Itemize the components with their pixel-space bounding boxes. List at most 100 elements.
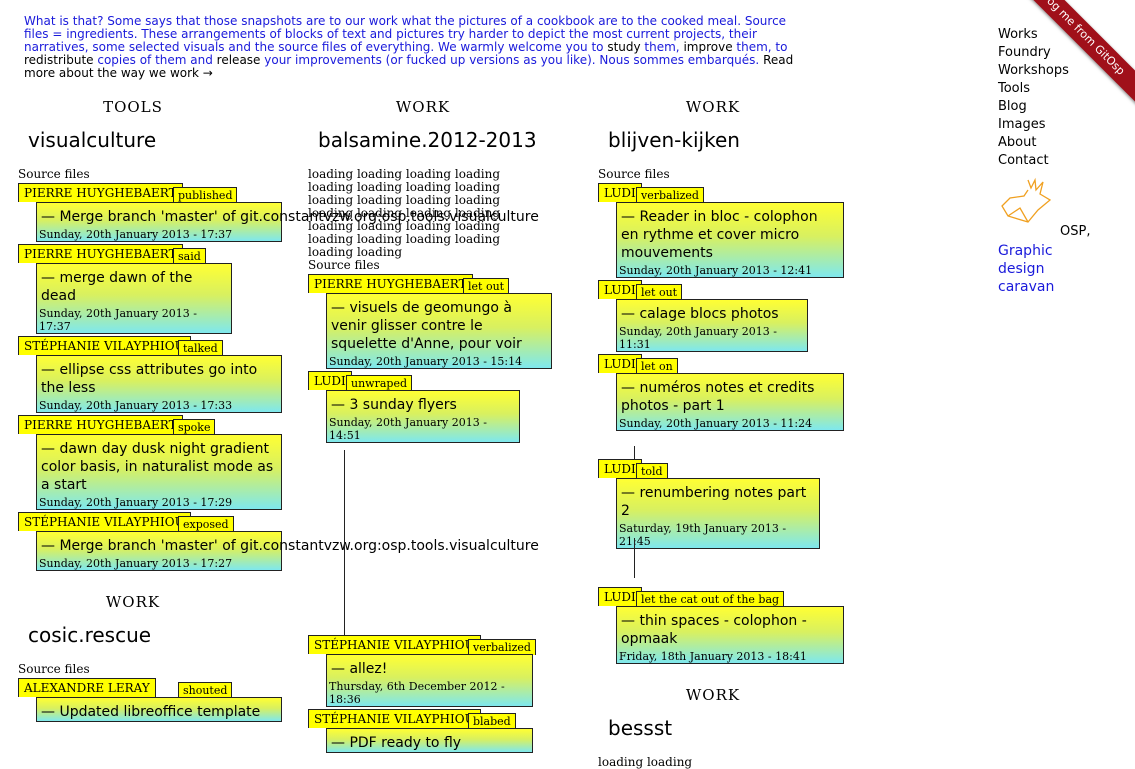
- osp-block: OSP, Graphic design caravan: [998, 176, 1090, 296]
- commit-item[interactable]: STÉPHANIE VILAYPHIOU verbalized — allez! T…: [308, 635, 578, 707]
- commit-date: Saturday, 19th January 2013 - 21:45: [619, 522, 787, 548]
- commit-date: Sunday, 20th January 2013 - 17:37: [39, 228, 233, 241]
- commit-item[interactable]: PIERRE HUYGHEBAERT said — merge dawn of t…: [18, 244, 288, 334]
- commit-message: — dawn day dusk night gradient color bas…: [41, 441, 274, 493]
- loading-text: loading loading: [598, 755, 693, 769]
- nav-item-contact[interactable]: Contact: [998, 152, 1069, 170]
- commit-item[interactable]: LUDI unwraped — 3 sunday flyers Sunday, 20…: [308, 371, 578, 443]
- commit-author[interactable]: STÉPHANIE VILAYPHIOU: [308, 635, 481, 654]
- section-kicker: WORK: [105, 593, 161, 611]
- source-files-link[interactable]: Source files: [18, 663, 288, 676]
- project-title[interactable]: cosic.rescue: [28, 623, 288, 647]
- redistribute-link[interactable]: redistribute: [24, 53, 94, 67]
- main-nav: Works Foundry Workshops Tools Blog Image…: [998, 26, 1069, 170]
- study-link[interactable]: study: [607, 40, 640, 54]
- commit-author[interactable]: STÉPHANIE VILAYPHIOU: [18, 512, 191, 531]
- commit-date: Sunday, 20th January 2013 - 11:31: [619, 325, 777, 351]
- commit-message: — merge dawn of the dead: [41, 270, 193, 304]
- nav-item-tools[interactable]: Tools: [998, 80, 1069, 98]
- commit-date: Thursday, 6th December 2012 - 18:36: [329, 680, 505, 706]
- source-files-link[interactable]: Source files: [598, 168, 868, 181]
- commit-date: Friday, 18th January 2013 - 18:41: [619, 650, 807, 663]
- commit-date: Sunday, 20th January 2013 - 17:33: [39, 399, 233, 412]
- commit-item[interactable]: STÉPHANIE VILAYPHIOU blabed — PDF ready t…: [308, 709, 578, 753]
- commit-item[interactable]: PIERRE HUYGHEBAERT spoke — dawn day dusk …: [18, 415, 288, 510]
- commit-item[interactable]: LUDI let out — calage blocs photos Sunday,…: [598, 280, 868, 352]
- commit-verb: told: [636, 463, 668, 479]
- commit-item[interactable]: ALEXANDRE LERAY shouted — Updated libreof…: [18, 678, 288, 722]
- section-kicker: TOOLS: [103, 98, 163, 116]
- commit-date: Sunday, 20th January 2013 - 11:24: [619, 417, 813, 430]
- commit-item[interactable]: STÉPHANIE VILAYPHIOU exposed — Merge bran…: [18, 512, 539, 571]
- commit-author[interactable]: ALEXANDRE LERAY: [18, 678, 156, 697]
- commit-verb: let on: [636, 358, 678, 374]
- commit-verb: verbalized: [636, 187, 704, 203]
- commit-date: Sunday, 20th January 2013 - 15:14: [329, 355, 523, 368]
- nav-item-foundry[interactable]: Foundry: [998, 44, 1069, 62]
- commit-message: — Merge branch 'master' of git.constantv…: [41, 209, 539, 225]
- project-title[interactable]: balsamine.2012-2013: [318, 128, 578, 152]
- commit-author[interactable]: PIERRE HUYGHEBAERT: [18, 183, 183, 202]
- nav-item-images[interactable]: Images: [998, 116, 1069, 134]
- commit-date: Sunday, 20th January 2013 - 17:27: [39, 557, 233, 570]
- commit-verb: shouted: [178, 682, 233, 698]
- section-kicker: WORK: [685, 98, 741, 116]
- project-title[interactable]: visualculture: [28, 128, 288, 152]
- commit-item[interactable]: LUDI let on — numéros notes et credits ph…: [598, 354, 868, 431]
- column-balsamine: WORK balsamine.2012-2013 loading loading…: [308, 98, 578, 753]
- section-kicker: WORK: [395, 98, 451, 116]
- commit-verb: talked: [178, 340, 223, 356]
- section-kicker: WORK: [685, 686, 741, 704]
- commit-date: Sunday, 20th January 2013 - 12:41: [619, 264, 813, 277]
- nav-item-workshops[interactable]: Workshops: [998, 62, 1069, 80]
- column-visualculture: TOOLS visualculture Source files PIERRE …: [18, 98, 539, 722]
- commit-author[interactable]: PIERRE HUYGHEBAERT: [18, 244, 183, 263]
- commit-author[interactable]: PIERRE HUYGHEBAERT: [308, 274, 473, 293]
- commit-verb: let out: [636, 284, 683, 300]
- nav-item-blog[interactable]: Blog: [998, 98, 1069, 116]
- commit-item[interactable]: PIERRE HUYGHEBAERT published — Merge bran…: [18, 183, 539, 242]
- intro-them1: them,: [640, 40, 684, 54]
- source-files-link[interactable]: Source files: [308, 259, 578, 272]
- commit-verb: verbalized: [468, 639, 536, 655]
- timeline-connector: [344, 450, 345, 640]
- osp-logo-icon[interactable]: [998, 176, 1058, 228]
- commit-verb: blabed: [468, 713, 516, 729]
- release-link[interactable]: release: [217, 53, 261, 67]
- nav-item-about[interactable]: About: [998, 134, 1069, 152]
- commit-message: — thin spaces - colophon - opmaak: [621, 613, 807, 647]
- commit-message: — 3 sunday flyers: [331, 397, 457, 413]
- commit-message: — ellipse css attributes go into the les…: [41, 362, 258, 396]
- commit-message: — Reader in bloc - colophon en rythme et…: [621, 209, 818, 261]
- intro-copies: copies of them and: [93, 53, 217, 67]
- timeline-connector: [634, 538, 635, 578]
- commit-author[interactable]: STÉPHANIE VILAYPHIOU: [18, 336, 191, 355]
- intro-text: What is that? Some says that those snaps…: [24, 15, 799, 80]
- commit-item[interactable]: LUDI verbalized — Reader in bloc - coloph…: [598, 183, 868, 278]
- nav-item-works[interactable]: Works: [998, 26, 1069, 44]
- improve-link[interactable]: improve: [683, 40, 732, 54]
- commit-message: — numéros notes et credits photos - part…: [621, 380, 815, 414]
- commit-verb: exposed: [178, 516, 234, 532]
- commit-verb: let out: [463, 278, 510, 294]
- commit-verb: let the cat out of the bag: [636, 591, 785, 607]
- commit-author[interactable]: PIERRE HUYGHEBAERT: [18, 415, 183, 434]
- column-blijven-kijken: WORK blijven-kijken Source files LUDI ver…: [598, 98, 868, 769]
- source-files-link[interactable]: Source files: [18, 168, 288, 181]
- osp-tagline[interactable]: Graphic design caravan: [998, 242, 1068, 296]
- commit-item[interactable]: LUDI let the cat out of the bag — thin sp…: [598, 587, 868, 664]
- commit-author[interactable]: STÉPHANIE VILAYPHIOU: [308, 709, 481, 728]
- commit-date: Sunday, 20th January 2013 - 14:51: [329, 416, 487, 442]
- commit-message: — allez!: [331, 661, 388, 677]
- commit-date: Sunday, 20th January 2013 - 17:37: [39, 307, 197, 333]
- project-title[interactable]: bessst: [608, 716, 868, 740]
- commit-date: Sunday, 20th January 2013 - 17:29: [39, 496, 233, 509]
- loading-text: loading loading loading loading loading …: [308, 167, 501, 259]
- project-title[interactable]: blijven-kijken: [608, 128, 868, 152]
- commit-item[interactable]: STÉPHANIE VILAYPHIOU talked — ellipse css…: [18, 336, 288, 413]
- commit-item[interactable]: PIERRE HUYGHEBAERT let out — visuels de g…: [308, 274, 578, 369]
- commit-message: — renumbering notes part 2: [621, 485, 807, 519]
- commit-item[interactable]: LUDI told — renumbering notes part 2 Satur…: [598, 459, 868, 549]
- osp-label: OSP,: [1060, 224, 1091, 239]
- commit-message: — Updated libreoffice template: [41, 704, 261, 720]
